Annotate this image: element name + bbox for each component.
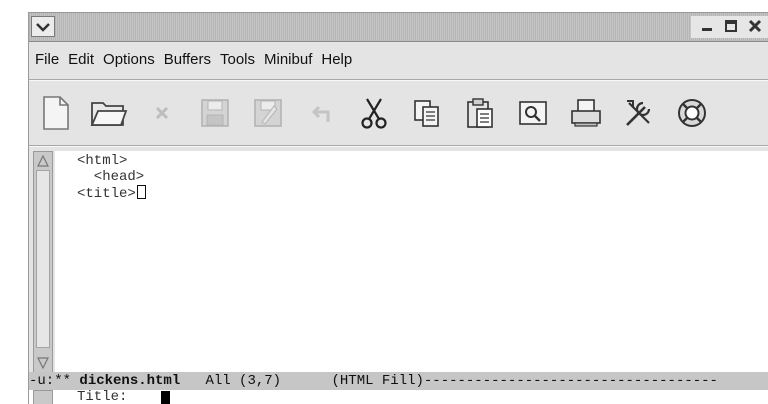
- scroll-up-arrow[interactable]: [36, 154, 50, 168]
- customize-button[interactable]: [618, 91, 659, 135]
- save-as-button[interactable]: [247, 91, 288, 135]
- window-controls: [691, 16, 768, 38]
- customize-tools-icon: [623, 97, 655, 129]
- toolbar-divider: [29, 145, 768, 147]
- maximize-button[interactable]: [721, 17, 741, 37]
- open-file-button[interactable]: [88, 91, 129, 135]
- minibuffer[interactable]: Title:: [29, 389, 768, 404]
- print-button[interactable]: [565, 91, 606, 135]
- search-button[interactable]: [512, 91, 553, 135]
- title-bar[interactable]: [29, 13, 768, 42]
- menu-edit[interactable]: Edit: [68, 50, 94, 70]
- chevron-down-icon: [36, 17, 50, 36]
- save-as-icon: [253, 98, 283, 128]
- scroll-up-icon: [37, 152, 49, 171]
- close-buffer-button[interactable]: [141, 91, 182, 135]
- help-button[interactable]: [671, 91, 712, 135]
- print-icon: [570, 98, 602, 128]
- window-menu-button[interactable]: [31, 16, 55, 37]
- cut-icon: [359, 97, 389, 129]
- modeline-status: -u:**: [29, 373, 80, 389]
- emacs-window: File Edit Options Buffers Tools Minibuf …: [28, 12, 768, 404]
- menu-bar: File Edit Options Buffers Tools Minibuf …: [29, 43, 768, 77]
- new-file-button[interactable]: [35, 91, 76, 135]
- scroll-down-icon: [37, 354, 49, 373]
- toolbar: [29, 83, 768, 143]
- copy-button[interactable]: [406, 91, 447, 135]
- menu-options[interactable]: Options: [103, 50, 155, 70]
- code-line: <title>: [55, 185, 768, 202]
- buffer-text[interactable]: <html> <head> <title>: [55, 151, 768, 373]
- minibuffer-prompt: Title:: [77, 389, 128, 404]
- paste-button[interactable]: [459, 91, 500, 135]
- minibuffer-cursor: [161, 391, 170, 404]
- save-button[interactable]: [194, 91, 235, 135]
- close-button[interactable]: [745, 17, 765, 37]
- code-line: <head>: [77, 169, 145, 185]
- code-line: <html>: [77, 153, 128, 169]
- new-file-icon: [41, 95, 71, 131]
- undo-icon: [308, 100, 334, 126]
- paste-icon: [465, 97, 495, 129]
- menu-tools[interactable]: Tools: [220, 50, 255, 70]
- menu-buffers[interactable]: Buffers: [164, 50, 211, 70]
- text-cursor: [136, 185, 146, 199]
- scrollbar-thumb[interactable]: [36, 170, 50, 348]
- help-lifebuoy-icon: [676, 97, 708, 129]
- mode-line: -u:** dickens.html All (3,7) (HTML Fill)…: [29, 372, 768, 390]
- close-icon: [748, 18, 762, 37]
- menu-help[interactable]: Help: [321, 50, 352, 70]
- editor-area: <html> <head> <title>: [29, 151, 768, 373]
- scroll-down-arrow[interactable]: [36, 356, 50, 370]
- modeline-position: All (3,7): [180, 373, 332, 389]
- maximize-icon: [724, 18, 738, 37]
- cut-button[interactable]: [353, 91, 394, 135]
- save-icon: [200, 98, 230, 128]
- open-folder-icon: [90, 98, 128, 128]
- undo-button[interactable]: [300, 91, 341, 135]
- minimize-icon: [700, 18, 714, 37]
- close-x-icon: [152, 103, 172, 123]
- minimize-button[interactable]: [697, 17, 717, 37]
- vertical-scrollbar[interactable]: [33, 151, 53, 373]
- copy-icon: [412, 98, 442, 128]
- menu-minibuf[interactable]: Minibuf: [264, 50, 312, 70]
- menu-file[interactable]: File: [35, 50, 59, 70]
- modeline-mode[interactable]: (HTML Fill)-----------------------------…: [331, 373, 717, 389]
- menubar-divider: [29, 79, 768, 81]
- minibuffer-scrollbar: [33, 390, 53, 404]
- modeline-buffer-name[interactable]: dickens.html: [79, 373, 180, 389]
- search-icon: [518, 98, 548, 128]
